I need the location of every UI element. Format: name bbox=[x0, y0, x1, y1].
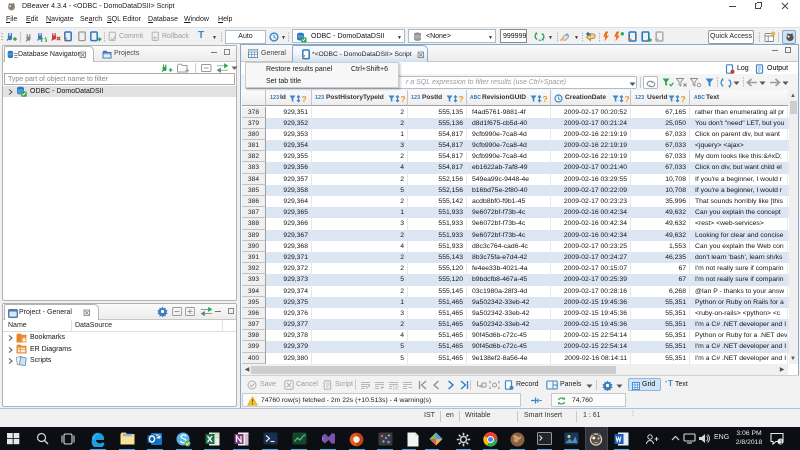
svg-text:1: 1 bbox=[779, 439, 783, 445]
svg-text:(a): (a) bbox=[393, 385, 400, 390]
